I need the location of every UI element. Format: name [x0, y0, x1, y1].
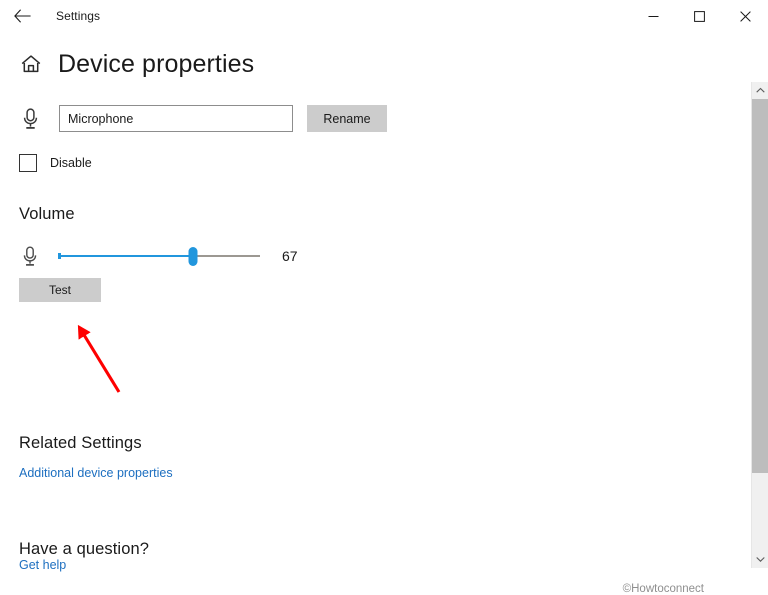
chevron-up-icon [755, 87, 765, 93]
window-title: Settings [56, 9, 101, 23]
disable-checkbox-row[interactable]: Disable [19, 154, 129, 172]
settings-page: Device properties Rename Disable Volume [0, 32, 744, 595]
volume-value: 67 [282, 248, 298, 264]
device-name-row: Rename [18, 105, 744, 132]
scroll-up-button[interactable] [752, 82, 768, 99]
page-header: Device properties [18, 44, 744, 84]
chevron-down-icon [755, 557, 765, 562]
additional-device-properties-link[interactable]: Additional device properties [19, 466, 173, 480]
microphone-icon [18, 106, 42, 132]
disable-label: Disable [50, 156, 92, 170]
close-icon [739, 10, 751, 22]
slider-track-fill [58, 255, 194, 257]
help-heading: Have a question? [19, 539, 150, 558]
microphone-glyph-icon [23, 245, 37, 266]
slider-start-dot [58, 253, 61, 259]
scroll-down-button[interactable] [752, 551, 768, 568]
disable-checkbox[interactable] [19, 154, 37, 172]
minimize-button[interactable] [630, 0, 676, 32]
vertical-scrollbar[interactable] [751, 82, 768, 568]
related-settings-heading: Related Settings [19, 434, 142, 452]
volume-heading: Volume [19, 205, 75, 223]
rename-button[interactable]: Rename [307, 105, 387, 132]
minimize-icon [648, 15, 658, 17]
watermark: ©Howtoconnect [622, 583, 704, 595]
volume-slider[interactable] [58, 245, 260, 267]
close-button[interactable] [722, 0, 768, 32]
title-bar: Settings [0, 0, 768, 32]
volume-slider-row: 67 [18, 243, 744, 269]
maximize-icon [693, 10, 705, 22]
back-button[interactable] [0, 0, 44, 32]
window-controls [630, 0, 768, 32]
microphone-glyph-icon [23, 107, 37, 129]
scrollbar-thumb[interactable] [752, 99, 768, 473]
page-title: Device properties [58, 49, 255, 78]
get-help-link[interactable]: Get help [19, 558, 66, 572]
test-button[interactable]: Test [19, 278, 101, 302]
maximize-button[interactable] [676, 0, 722, 32]
house-glyph-icon [21, 55, 41, 73]
home-icon[interactable] [18, 51, 44, 77]
back-arrow-icon [13, 9, 31, 23]
volume-microphone-icon [18, 243, 42, 269]
device-name-input[interactable] [59, 105, 293, 132]
slider-thumb[interactable] [188, 247, 198, 266]
